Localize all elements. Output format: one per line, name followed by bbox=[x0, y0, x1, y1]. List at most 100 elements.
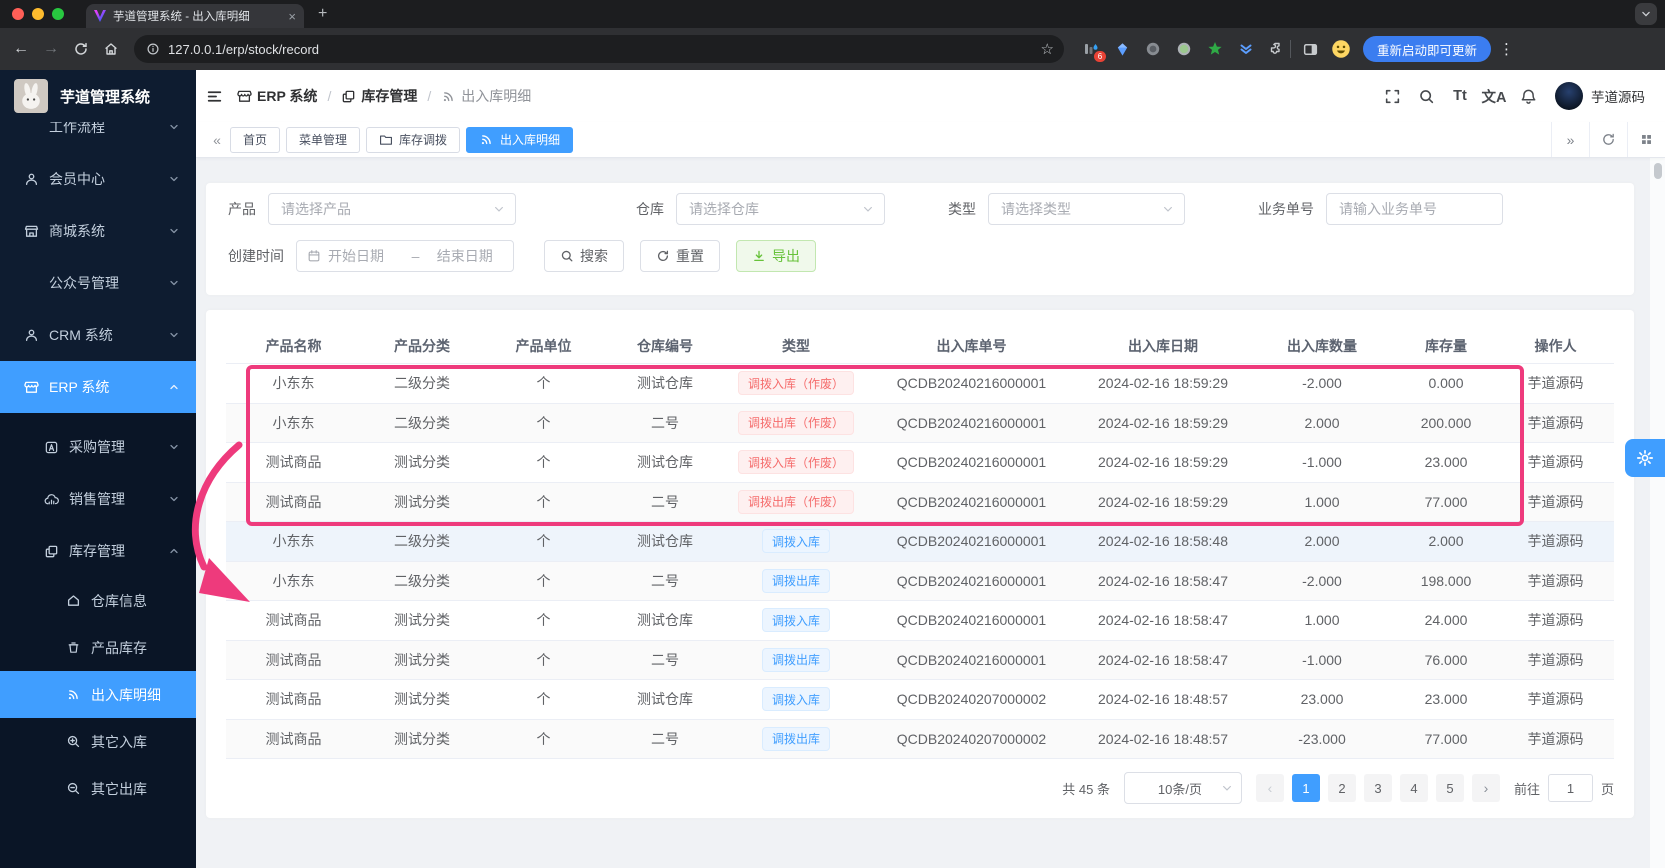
fullscreen-icon[interactable] bbox=[1375, 88, 1409, 105]
extension-wheel-icon[interactable] bbox=[1144, 40, 1162, 58]
layout-grid-icon[interactable] bbox=[1627, 122, 1665, 157]
product-label: 产品 bbox=[228, 201, 256, 217]
tabbar-actions: » bbox=[1551, 122, 1665, 157]
tabs-collapse-icon[interactable]: « bbox=[204, 132, 230, 148]
cell-order_no: QCDB20240216000001 bbox=[896, 375, 1047, 392]
cell-unit: 个 bbox=[536, 375, 551, 392]
maximize-window-button[interactable] bbox=[52, 8, 64, 20]
next-page-button[interactable]: › bbox=[1471, 774, 1500, 802]
user-avatar[interactable] bbox=[1555, 82, 1583, 110]
prev-page-button[interactable]: ‹ bbox=[1255, 774, 1284, 802]
cell-order_no: QCDB20240207000002 bbox=[896, 691, 1047, 708]
new-tab-button[interactable]: + bbox=[318, 5, 327, 23]
bell-icon[interactable] bbox=[1511, 88, 1545, 105]
extension-gem-icon[interactable] bbox=[1113, 40, 1131, 58]
collapse-menu-icon[interactable] bbox=[206, 88, 223, 105]
forward-button[interactable]: → bbox=[36, 40, 66, 58]
page-button[interactable]: 2 bbox=[1327, 774, 1356, 802]
site-info-icon[interactable] bbox=[146, 42, 160, 56]
cell-date: 2024-02-16 18:48:57 bbox=[1098, 691, 1228, 708]
breadcrumb-separator: / bbox=[427, 88, 432, 104]
browser-menu-icon[interactable]: ⋮ bbox=[1499, 40, 1514, 58]
extension-chevrons-icon[interactable] bbox=[1237, 40, 1255, 58]
warehouse-select[interactable]: 请选择仓库 bbox=[676, 193, 885, 225]
page-button[interactable]: 3 bbox=[1363, 774, 1392, 802]
sidebar-submenu: 采购管理 销售管理 库存管理 仓库信息 产品库存 出入库明细 其它入库 其它出库 bbox=[0, 413, 196, 868]
sidebar-item[interactable]: ERP 系统 bbox=[0, 361, 196, 413]
page-tab[interactable]: 库存调拨 bbox=[366, 126, 461, 153]
sidebar-item[interactable]: 商城系统 bbox=[0, 205, 196, 257]
sidebar-item[interactable]: 其它入库 bbox=[0, 718, 196, 765]
close-tab-icon[interactable]: × bbox=[288, 10, 296, 23]
breadcrumb-item-stock[interactable]: 库存管理 bbox=[341, 86, 417, 106]
bookmark-star-icon[interactable]: ☆ bbox=[1041, 40, 1054, 58]
tab-search-button[interactable] bbox=[1635, 3, 1657, 25]
cell-warehouse: 测试仓库 bbox=[637, 691, 693, 708]
page-tab[interactable]: 首页 bbox=[230, 126, 281, 153]
scrollbar-thumb[interactable] bbox=[1654, 163, 1662, 179]
sidebar-item[interactable]: 仓库信息 bbox=[0, 577, 196, 624]
search-button[interactable]: 搜索 bbox=[544, 240, 624, 272]
page-tab[interactable]: 菜单管理 bbox=[286, 126, 361, 153]
date-range-input[interactable]: 开始日期 – 结束日期 bbox=[296, 240, 514, 272]
sidebar-item[interactable]: 采购管理 bbox=[0, 421, 196, 473]
reset-button[interactable]: 重置 bbox=[640, 240, 720, 272]
profile-avatar-icon[interactable] bbox=[1331, 39, 1351, 59]
extensions-bar: 6 bbox=[1082, 40, 1286, 62]
page-tab[interactable]: 出入库明细 bbox=[466, 126, 574, 153]
browser-tab[interactable]: 芋道管理系统 - 出入库明细 × bbox=[86, 4, 304, 28]
table-row: 测试商品 测试分类 个 测试仓库 调拨入库（作废） QCDB20240216000001 2… bbox=[226, 443, 1614, 483]
tabs-expand-icon[interactable]: » bbox=[1551, 122, 1589, 157]
cell-unit: 个 bbox=[536, 533, 551, 550]
page-button[interactable]: 5 bbox=[1435, 774, 1464, 802]
locale-icon[interactable]: 文A bbox=[1477, 86, 1511, 107]
app-logo-area: 芋道管理系统 bbox=[0, 70, 196, 122]
refresh-page-icon[interactable] bbox=[1589, 122, 1627, 157]
close-window-button[interactable] bbox=[12, 8, 24, 20]
export-button[interactable]: 导出 bbox=[736, 240, 816, 272]
stock-icon bbox=[341, 89, 356, 104]
column-header: 出入库日期 bbox=[1128, 337, 1198, 354]
type-select[interactable]: 请选择类型 bbox=[988, 193, 1185, 225]
extension-green-circle-icon[interactable] bbox=[1175, 40, 1193, 58]
page-size-select[interactable]: 10条/页 bbox=[1123, 772, 1242, 804]
extension-badged-icon[interactable]: 6 bbox=[1082, 40, 1106, 62]
home-button[interactable] bbox=[96, 40, 126, 58]
type-badge: 调拨出库 bbox=[761, 647, 830, 672]
sidebar-item[interactable]: 会员中心 bbox=[0, 153, 196, 205]
table-row: 测试商品 测试分类 个 二号 调拨出库（作废） QCDB20240216000001 202… bbox=[226, 482, 1614, 522]
bizno-input[interactable] bbox=[1326, 193, 1503, 225]
reload-button[interactable] bbox=[66, 40, 96, 58]
sidebar-item[interactable]: 产品库存 bbox=[0, 624, 196, 671]
scrollbar[interactable] bbox=[1650, 158, 1665, 868]
font-size-icon[interactable]: Tt bbox=[1443, 88, 1477, 104]
chrome-update-button[interactable]: 重新启动即可更新 bbox=[1363, 36, 1492, 62]
sidebar-menu: 工作流程 会员中心 商城系统 公众号管理 CRM 系统 ERP 系统 bbox=[0, 101, 196, 413]
extensions-puzzle-icon[interactable] bbox=[1268, 40, 1286, 58]
page-content: 产品 请选择产品 仓库 请选择仓库 类型 请选择类型 业务单号 请输入业务单号 … bbox=[196, 158, 1665, 868]
sidebar-item[interactable]: CRM 系统 bbox=[0, 309, 196, 361]
username[interactable]: 芋道源码 bbox=[1591, 86, 1645, 106]
type-badge: 调拨入库 bbox=[761, 529, 830, 554]
settings-fab[interactable] bbox=[1625, 439, 1665, 477]
cell-warehouse: 二号 bbox=[651, 572, 679, 589]
sidebar-item[interactable]: 其它出库 bbox=[0, 765, 196, 812]
breadcrumb-item-erp[interactable]: ERP 系统 bbox=[237, 86, 317, 106]
cell-product: 测试商品 bbox=[265, 651, 322, 668]
page-button[interactable]: 1 bbox=[1291, 774, 1320, 802]
search-icon[interactable] bbox=[1409, 88, 1443, 105]
back-button[interactable]: ← bbox=[6, 40, 36, 58]
sidebar-item[interactable]: 出入库明细 bbox=[0, 671, 196, 718]
sidebar-item[interactable]: 公众号管理 bbox=[0, 257, 196, 309]
goto-page-input[interactable] bbox=[1547, 774, 1593, 802]
cell-stock: 2.000 bbox=[1428, 533, 1464, 550]
product-select[interactable]: 请选择产品 bbox=[268, 193, 516, 225]
sidebar-item[interactable]: 库存管理 bbox=[0, 525, 196, 577]
sidebar-item[interactable]: 销售管理 bbox=[0, 473, 196, 525]
page-button[interactable]: 4 bbox=[1399, 774, 1428, 802]
minimize-window-button[interactable] bbox=[32, 8, 44, 20]
url-bar[interactable]: 127.0.0.1/erp/stock/record ☆ bbox=[134, 35, 1064, 63]
cell-unit: 个 bbox=[536, 651, 551, 668]
extension-star-icon[interactable] bbox=[1206, 40, 1224, 58]
side-panel-icon[interactable] bbox=[1301, 40, 1319, 58]
